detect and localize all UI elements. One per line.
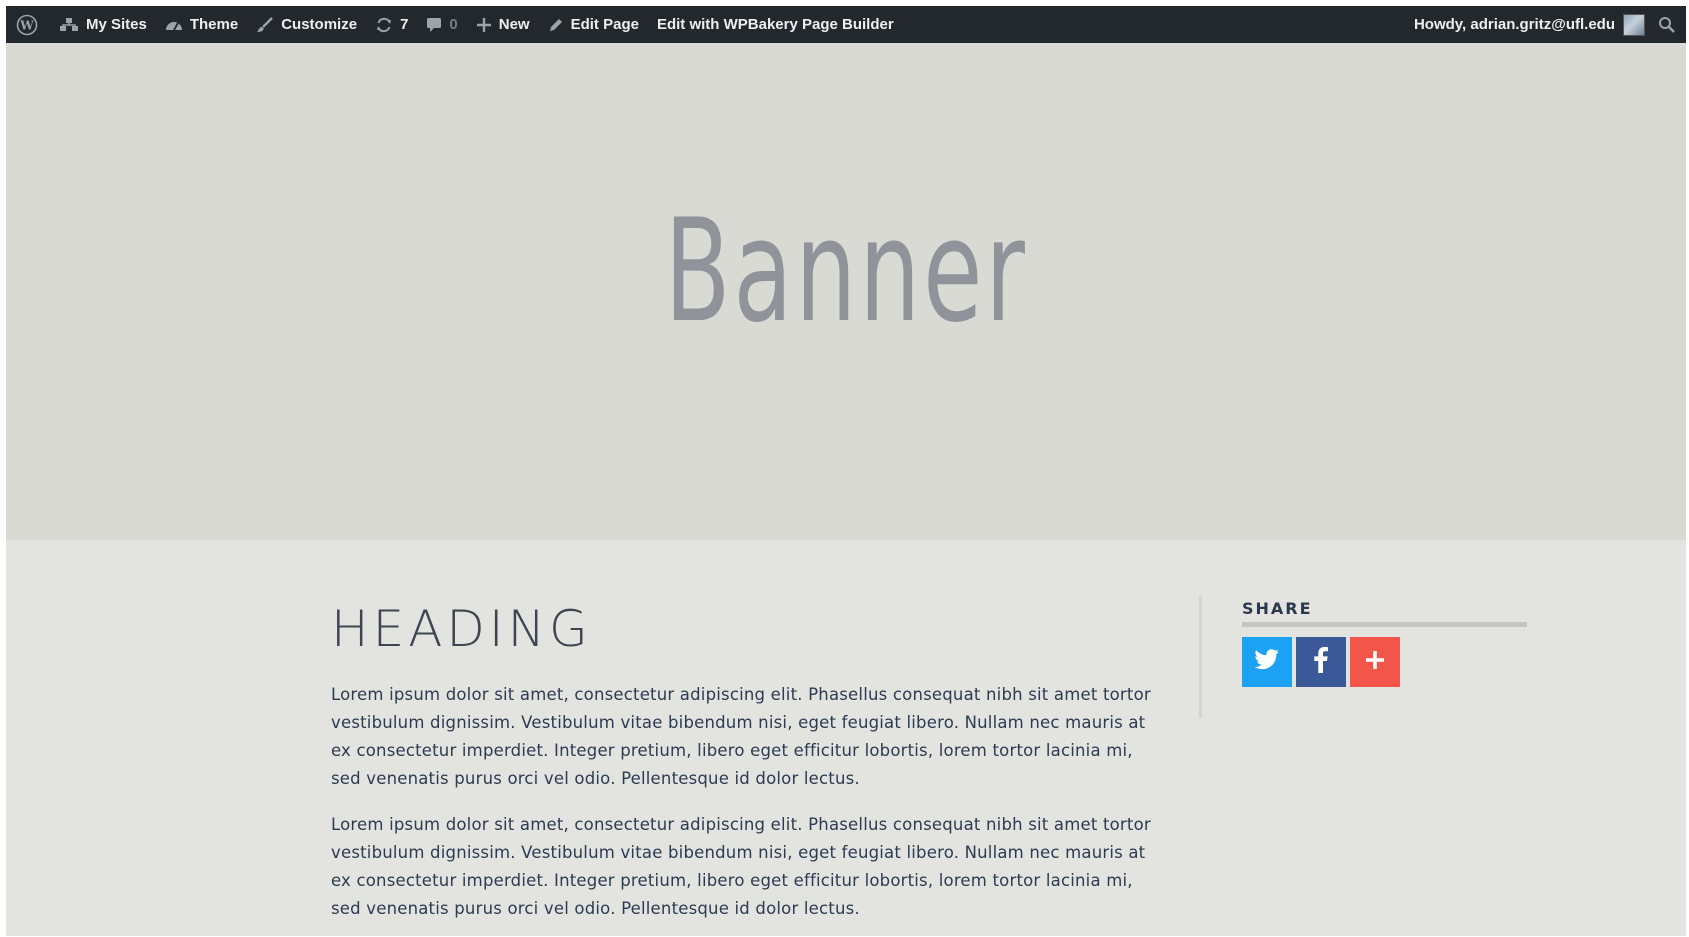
svg-text:W: W bbox=[19, 18, 34, 32]
my-sites-label: My Sites bbox=[86, 16, 147, 33]
more-share-button[interactable] bbox=[1350, 637, 1400, 687]
edit-wpbakery-label: Edit with WPBakery Page Builder bbox=[656, 16, 894, 33]
twitter-share-button[interactable] bbox=[1242, 637, 1292, 687]
wp-admin-bar: W My Sites Theme Customize 7 0 New Edit … bbox=[6, 6, 1686, 43]
plus-icon bbox=[476, 17, 492, 33]
my-sites-menu[interactable]: My Sites bbox=[50, 6, 156, 43]
body-paragraph: Lorem ipsum dolor sit amet, consectetur … bbox=[331, 685, 1151, 788]
plus-icon bbox=[1364, 649, 1386, 676]
paintbrush-icon bbox=[256, 16, 274, 34]
customize-link[interactable]: Customize bbox=[247, 6, 366, 43]
comments-count: 0 bbox=[449, 16, 458, 33]
page-frame: W My Sites Theme Customize 7 0 New Edit … bbox=[6, 6, 1686, 936]
page-heading: HEADING bbox=[331, 600, 592, 658]
search-icon bbox=[1658, 16, 1676, 34]
search-button[interactable] bbox=[1649, 6, 1678, 43]
updates-icon bbox=[375, 16, 393, 34]
wordpress-logo-icon: W bbox=[16, 14, 38, 36]
theme-label: Theme bbox=[189, 16, 239, 33]
facebook-icon bbox=[1314, 646, 1328, 678]
dashboard-icon bbox=[165, 17, 183, 33]
twitter-icon bbox=[1254, 648, 1280, 676]
customize-label: Customize bbox=[281, 16, 358, 33]
facebook-share-button[interactable] bbox=[1296, 637, 1346, 687]
share-underline bbox=[1242, 622, 1527, 627]
howdy-label: Howdy, adrian.gritz@ufl.edu bbox=[1413, 16, 1615, 33]
edit-page-label: Edit Page bbox=[570, 16, 639, 33]
avatar bbox=[1623, 13, 1645, 36]
edit-wpbakery-link[interactable]: Edit with WPBakery Page Builder bbox=[648, 6, 903, 43]
hero-banner: Banner bbox=[6, 43, 1686, 540]
theme-menu[interactable]: Theme bbox=[156, 6, 247, 43]
comments-link[interactable]: 0 bbox=[417, 6, 466, 43]
pencil-icon bbox=[548, 17, 564, 33]
sidebar-divider bbox=[1199, 596, 1202, 718]
updates-count: 7 bbox=[400, 16, 409, 33]
share-title: SHARE bbox=[1242, 599, 1313, 618]
new-content-menu[interactable]: New bbox=[467, 6, 539, 43]
admin-bar-left: W My Sites Theme Customize 7 0 New Edit … bbox=[12, 6, 903, 43]
body-paragraph: Lorem ipsum dolor sit amet, consectetur … bbox=[331, 815, 1151, 918]
updates-link[interactable]: 7 bbox=[366, 6, 417, 43]
new-label: New bbox=[498, 16, 530, 33]
my-account-menu[interactable]: Howdy, adrian.gritz@ufl.edu bbox=[1405, 6, 1649, 43]
my-sites-icon bbox=[59, 17, 79, 33]
edit-page-link[interactable]: Edit Page bbox=[539, 6, 648, 43]
banner-title: Banner bbox=[664, 189, 1028, 354]
admin-bar-right: Howdy, adrian.gritz@ufl.edu bbox=[1405, 6, 1678, 43]
main-content: HEADING Lorem ipsum dolor sit amet, cons… bbox=[6, 540, 1686, 936]
wordpress-logo-button[interactable]: W bbox=[12, 6, 50, 43]
comment-icon bbox=[426, 17, 442, 33]
